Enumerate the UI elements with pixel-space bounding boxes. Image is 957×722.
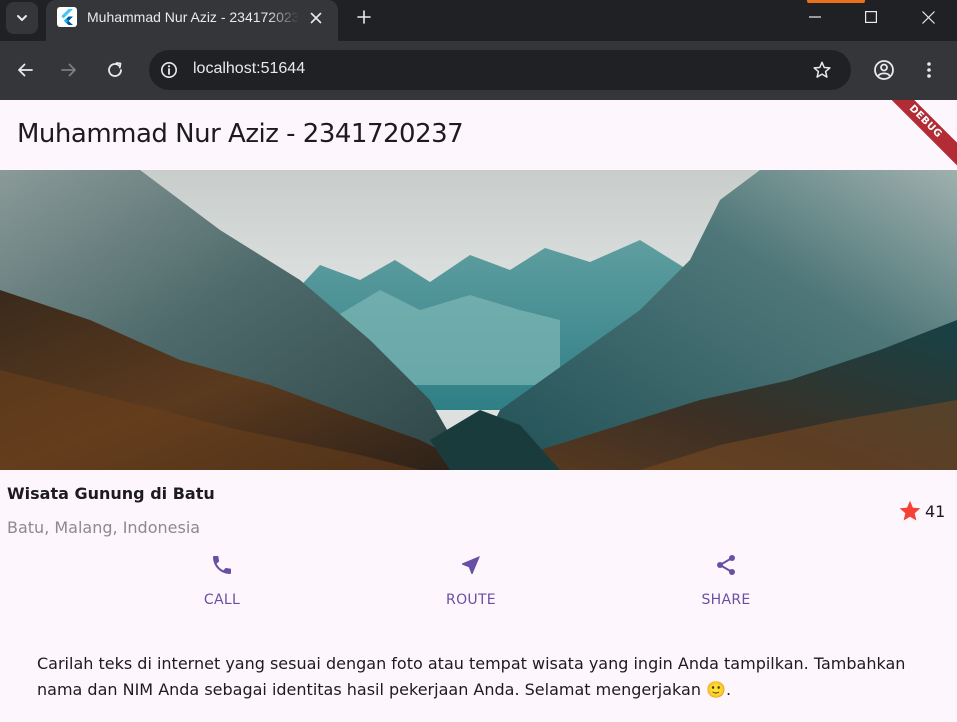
tab-search-button[interactable]: [6, 2, 38, 34]
bookmark-button[interactable]: [809, 57, 835, 83]
tab-close-button[interactable]: [304, 6, 328, 30]
call-button[interactable]: CALL: [172, 550, 272, 608]
url-text[interactable]: localhost:51644: [193, 60, 305, 78]
share-button[interactable]: SHARE: [676, 550, 776, 608]
app-viewport: Muhammad Nur Aziz - 2341720237 Wisata Gu…: [0, 100, 957, 722]
minimize-icon: [809, 16, 821, 18]
reload-icon: [108, 62, 122, 77]
call-label: CALL: [203, 592, 241, 608]
close-icon: [921, 10, 935, 24]
chevron-down-icon: [17, 15, 27, 21]
button-section: CALL ROUTE SHARE: [0, 550, 957, 620]
site-info-icon[interactable]: [157, 58, 181, 82]
place-name: Wisata Gunung di Batu: [7, 484, 215, 503]
profile-button[interactable]: [868, 54, 900, 86]
rating-count: 41: [925, 501, 946, 521]
navigation-icon: [457, 551, 485, 579]
browser-menu-button[interactable]: [913, 54, 945, 86]
browser-tab-active[interactable]: Muhammad Nur Aziz - 2341720237: [46, 0, 338, 41]
share-icon: [712, 551, 740, 579]
maximize-button[interactable]: [842, 0, 900, 34]
plus-icon: [357, 10, 371, 24]
window-close-button[interactable]: [899, 0, 957, 34]
star-icon: [899, 500, 921, 521]
minimize-button[interactable]: [786, 0, 844, 34]
description-text: Carilah teks di internet yang sesuai den…: [37, 654, 906, 699]
close-icon: [310, 12, 322, 24]
arrow-left-icon: [18, 63, 33, 77]
tab-title: Muhammad Nur Aziz - 2341720237: [87, 9, 299, 25]
share-label: SHARE: [701, 592, 751, 608]
app-bar: Muhammad Nur Aziz - 2341720237: [0, 100, 957, 170]
route-button[interactable]: ROUTE: [421, 550, 521, 608]
place-location: Batu, Malang, Indonesia: [7, 518, 201, 537]
address-bar[interactable]: localhost:51644: [149, 50, 851, 90]
back-button[interactable]: [9, 54, 41, 86]
account-icon: [874, 60, 894, 80]
forward-button[interactable]: [53, 54, 85, 86]
route-label: ROUTE: [446, 592, 496, 608]
star-outline-icon: [813, 61, 831, 78]
app-title: Muhammad Nur Aziz - 2341720237: [17, 119, 464, 149]
title-section: Wisata Gunung di Batu Batu, Malang, Indo…: [0, 470, 957, 550]
maximize-icon: [865, 11, 877, 23]
mountain-image: [0, 170, 957, 470]
kebab-menu-icon: [927, 62, 931, 78]
browser-tab-strip: Muhammad Nur Aziz - 2341720237: [0, 0, 957, 41]
new-tab-button[interactable]: [350, 3, 378, 31]
reload-button[interactable]: [99, 54, 131, 86]
rating: 41: [898, 499, 945, 523]
browser-toolbar: localhost:51644: [0, 41, 957, 100]
flutter-logo-icon: [57, 7, 77, 27]
phone-icon: [208, 551, 236, 579]
arrow-right-icon: [61, 63, 76, 77]
